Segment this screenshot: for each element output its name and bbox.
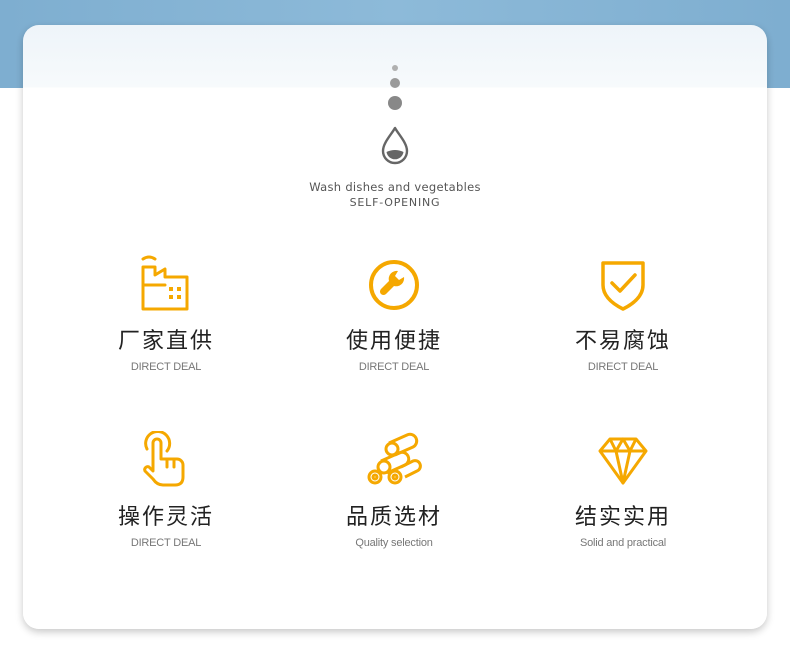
feature-factory-direct: 厂家直供 DIRECT DEAL	[51, 255, 281, 373]
feature-subtitle: DIRECT DEAL	[587, 361, 659, 373]
feature-easy-to-use: 使用便捷 DIRECT DEAL	[279, 255, 509, 373]
feature-subtitle: Solid and practical	[579, 537, 667, 549]
feature-subtitle: DIRECT DEAL	[358, 361, 430, 373]
feature-title: 操作灵活	[117, 505, 214, 530]
feature-title: 厂家直供	[117, 329, 214, 354]
shield-check-icon	[601, 261, 645, 311]
feature-title: 品质选材	[345, 505, 442, 530]
decorative-dots	[0, 63, 790, 113]
dot-small	[392, 65, 398, 71]
wrench-icon	[369, 260, 419, 310]
feature-subtitle: DIRECT DEAL	[130, 537, 202, 549]
factory-icon	[141, 255, 189, 311]
feature-subtitle: DIRECT DEAL	[130, 361, 202, 373]
dot-medium	[390, 78, 400, 88]
feature-title: 不易腐蚀	[574, 329, 671, 354]
feature-corrosion-resistant: 不易腐蚀 DIRECT DEAL	[508, 255, 738, 373]
feature-title: 结实实用	[574, 505, 671, 530]
feature-quality-material: 品质选材 Quality selection	[279, 431, 509, 549]
hand-pointer-icon	[143, 431, 185, 487]
copper-pipes-icon	[367, 432, 422, 485]
feature-title: 使用便捷	[345, 329, 442, 354]
header-line-2: SELF-OPENING	[349, 196, 441, 209]
header-line-1: Wash dishes and vegetables	[309, 180, 481, 194]
diamond-icon	[598, 437, 648, 485]
dot-large	[388, 96, 402, 110]
feature-flexible-operation: 操作灵活 DIRECT DEAL	[51, 431, 281, 549]
feature-subtitle: Quality selection	[355, 537, 433, 549]
water-drop-icon	[381, 126, 409, 165]
feature-solid-practical: 结实实用 Solid and practical	[508, 431, 738, 549]
